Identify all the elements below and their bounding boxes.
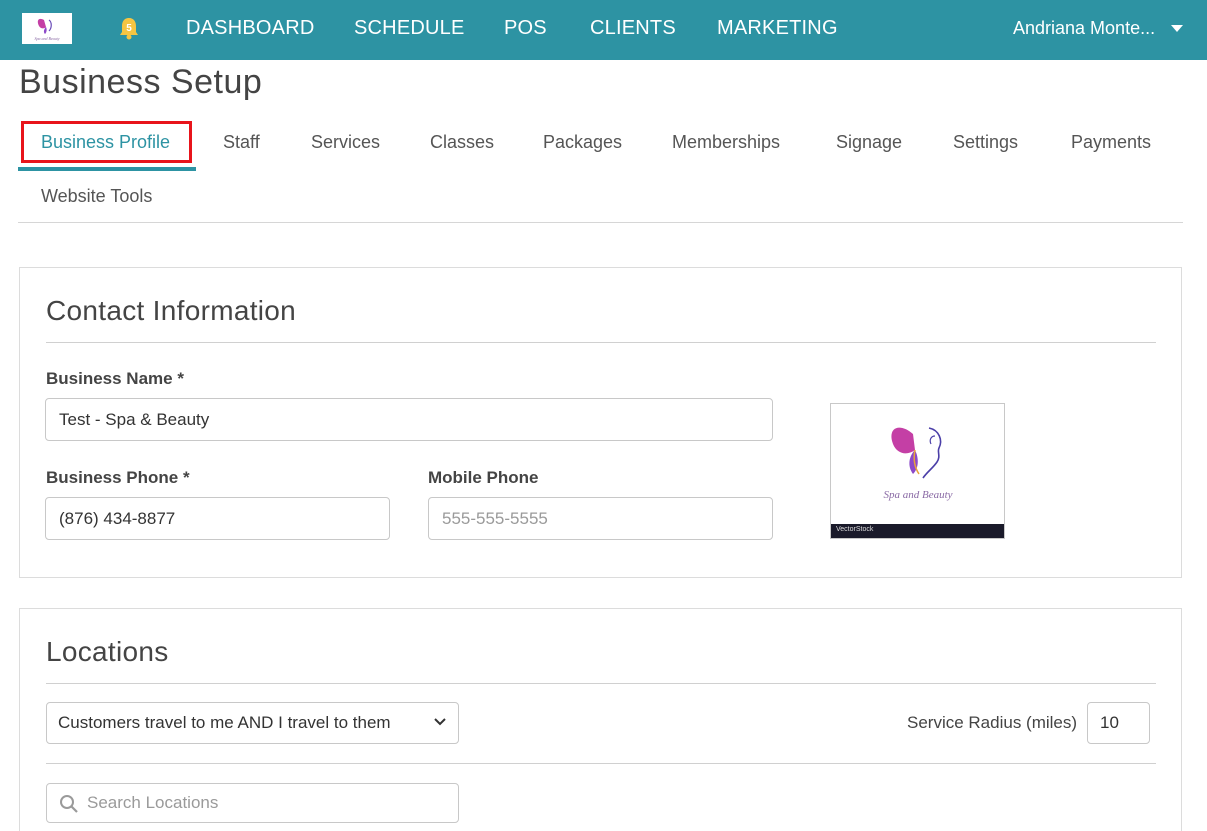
chevron-down-icon — [434, 718, 446, 726]
travel-option-value: Customers travel to me AND I travel to t… — [58, 713, 391, 732]
business-phone-input[interactable] — [45, 497, 390, 540]
card-divider — [46, 342, 1156, 343]
logo-watermark-strip: VectorStock — [831, 524, 1004, 538]
locations-card: Locations Customers travel to me AND I t… — [19, 608, 1182, 831]
page-title: Business Setup — [19, 63, 263, 101]
mobile-phone-input[interactable] — [428, 497, 773, 540]
card-divider — [46, 683, 1156, 684]
nav-schedule[interactable]: SCHEDULE — [354, 17, 465, 40]
tab-payments[interactable]: Payments — [1071, 132, 1151, 153]
tab-signage[interactable]: Signage — [836, 132, 902, 153]
logo-caption: Spa and Beauty — [883, 489, 952, 501]
business-name-label: Business Name * — [46, 369, 184, 388]
service-radius-label: Service Radius (miles) — [907, 713, 1078, 732]
brand-logo[interactable]: Spa and Beauty — [22, 13, 72, 44]
travel-option-select[interactable]: Customers travel to me AND I travel to t… — [46, 702, 459, 744]
tab-memberships[interactable]: Memberships — [672, 132, 780, 153]
business-phone-label: Business Phone * — [46, 468, 190, 487]
nav-pos[interactable]: POS — [504, 17, 547, 40]
tab-classes[interactable]: Classes — [430, 132, 494, 153]
active-tab-underline — [18, 167, 196, 171]
butterfly-logo-icon: Spa and Beauty — [34, 18, 60, 41]
tab-packages[interactable]: Packages — [543, 132, 622, 153]
tab-staff[interactable]: Staff — [223, 132, 260, 153]
tab-services[interactable]: Services — [311, 132, 380, 153]
business-name-input[interactable] — [45, 398, 773, 441]
notification-count: 5 — [126, 23, 132, 34]
tab-settings[interactable]: Settings — [953, 132, 1018, 153]
service-radius-input[interactable] — [1087, 702, 1150, 744]
active-tab-highlight — [21, 121, 192, 163]
logo-watermark: VectorStock — [836, 526, 874, 533]
tab-website-tools[interactable]: Website Tools — [41, 186, 152, 207]
top-navigation-bar: Spa and Beauty 5 DASHBOARD SCHEDULE POS … — [0, 0, 1207, 60]
card-divider — [46, 763, 1156, 764]
notifications-bell-icon[interactable]: 5 — [118, 16, 140, 40]
contact-information-card: Contact Information Business Name * Busi… — [19, 267, 1182, 578]
nav-dashboard[interactable]: DASHBOARD — [186, 17, 315, 40]
svg-text:Spa and Beauty: Spa and Beauty — [34, 36, 59, 41]
nav-clients[interactable]: CLIENTS — [590, 17, 676, 40]
contact-information-title: Contact Information — [46, 295, 297, 326]
user-menu[interactable]: Andriana Monte... — [1013, 18, 1155, 39]
nav-marketing[interactable]: MARKETING — [717, 17, 838, 40]
chevron-down-icon[interactable] — [1171, 25, 1183, 32]
business-logo-preview[interactable]: Spa and Beauty VectorStock — [830, 403, 1005, 539]
search-icon — [60, 795, 78, 813]
locations-title: Locations — [46, 636, 169, 667]
mobile-phone-label: Mobile Phone — [428, 468, 539, 487]
butterfly-logo-image: Spa and Beauty — [883, 427, 953, 501]
search-locations-input[interactable] — [87, 784, 447, 822]
search-locations-field[interactable] — [46, 783, 459, 823]
tabs-divider — [18, 222, 1183, 223]
